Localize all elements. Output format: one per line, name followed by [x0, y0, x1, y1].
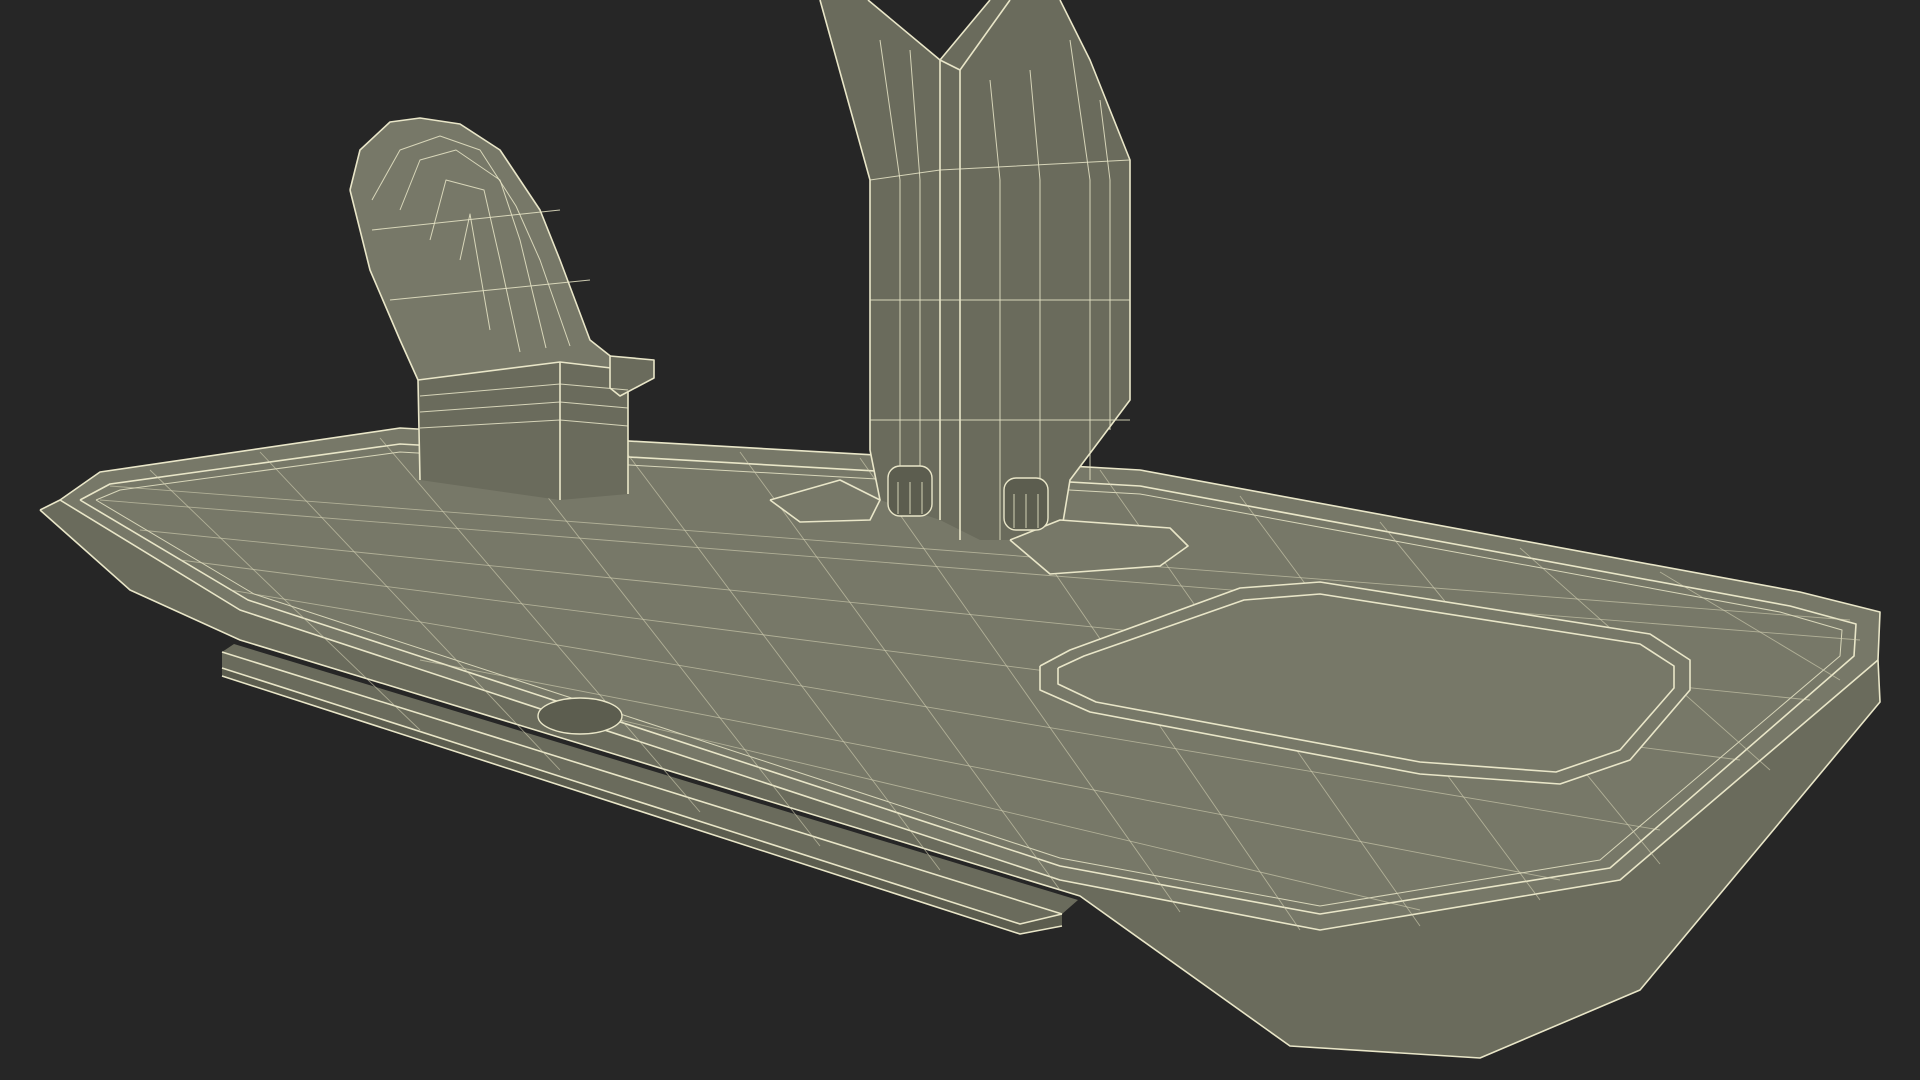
wireframe-scene — [0, 0, 1920, 1080]
render-viewport — [0, 0, 1920, 1080]
front-port — [537, 697, 623, 735]
